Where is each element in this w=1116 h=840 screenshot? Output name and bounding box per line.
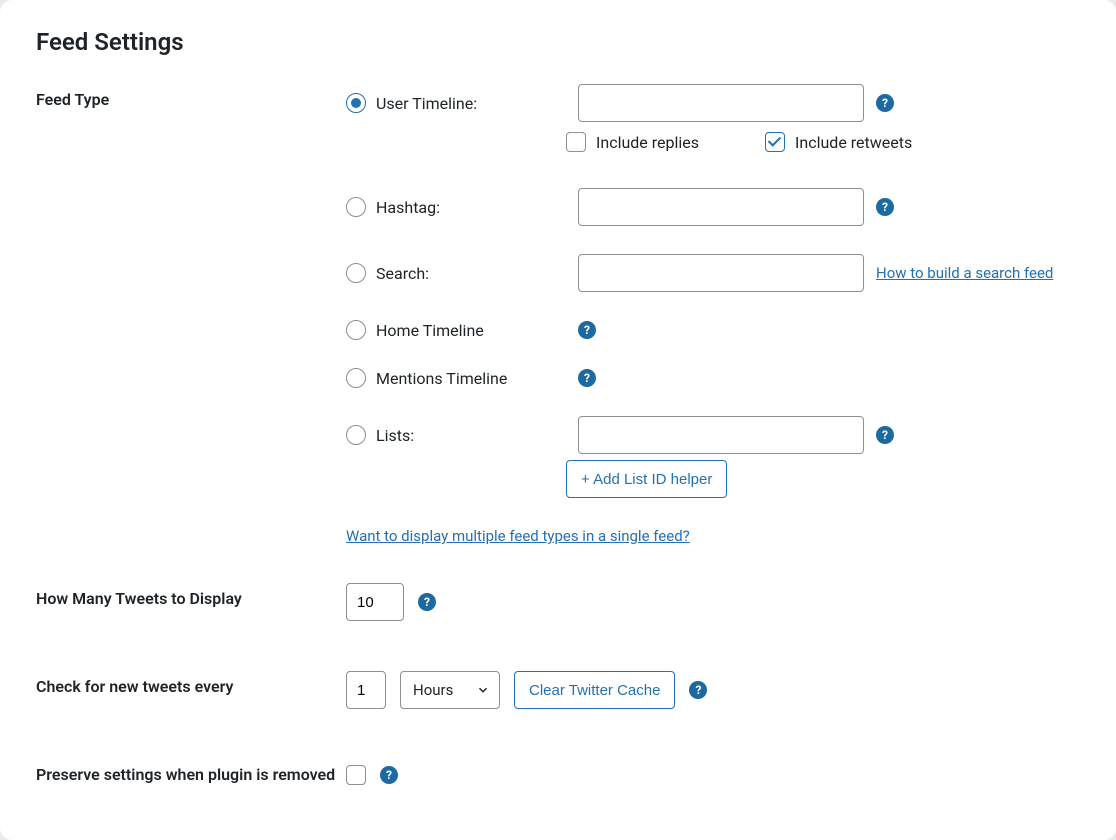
feed-type-body: User Timeline: ? Include replies Include… bbox=[346, 84, 1084, 545]
radio-home-timeline-label: Home Timeline bbox=[376, 321, 484, 340]
multi-feed-link-wrap: Want to display multiple feed types in a… bbox=[346, 526, 1084, 545]
page-title: Feed Settings bbox=[36, 28, 1084, 56]
checkbox-include-retweets[interactable] bbox=[765, 132, 785, 152]
list-helper-wrap: + Add List ID helper bbox=[566, 460, 1084, 498]
how-many-label: How Many Tweets to Display bbox=[36, 583, 346, 608]
help-icon[interactable]: ? bbox=[578, 321, 596, 339]
radio-mentions-timeline[interactable] bbox=[346, 368, 366, 388]
help-icon[interactable]: ? bbox=[418, 593, 436, 611]
radio-user-timeline-label: User Timeline: bbox=[376, 94, 477, 113]
input-check-interval[interactable] bbox=[346, 671, 386, 709]
link-multiple-feed-types[interactable]: Want to display multiple feed types in a… bbox=[346, 527, 690, 545]
how-many-row: How Many Tweets to Display ? bbox=[36, 583, 1084, 621]
preserve-label: Preserve settings when plugin is removed bbox=[36, 759, 346, 784]
button-add-list-id-helper[interactable]: + Add List ID helper bbox=[566, 460, 727, 498]
button-clear-twitter-cache[interactable]: Clear Twitter Cache bbox=[514, 671, 675, 709]
radio-hashtag-label: Hashtag: bbox=[376, 198, 440, 217]
feed-settings-card: Feed Settings Feed Type User Timeline: ?… bbox=[0, 0, 1116, 840]
help-icon[interactable]: ? bbox=[689, 681, 707, 699]
help-icon[interactable]: ? bbox=[578, 369, 596, 387]
input-lists[interactable] bbox=[578, 416, 864, 454]
option-lists: Lists: ? bbox=[346, 416, 1084, 454]
radio-lists[interactable] bbox=[346, 425, 366, 445]
user-timeline-suboptions: Include replies Include retweets bbox=[566, 132, 1084, 152]
feed-type-row: Feed Type User Timeline: ? Include repli… bbox=[36, 84, 1084, 545]
link-search-help[interactable]: How to build a search feed bbox=[876, 264, 1053, 282]
radio-search-label: Search: bbox=[376, 264, 429, 283]
help-icon[interactable]: ? bbox=[876, 94, 894, 112]
option-user-timeline: User Timeline: ? bbox=[346, 84, 1084, 122]
select-check-unit[interactable]: Hours bbox=[400, 671, 500, 709]
option-search: Search: How to build a search feed bbox=[346, 254, 1084, 292]
checkbox-include-replies[interactable] bbox=[566, 132, 586, 152]
help-icon[interactable]: ? bbox=[876, 198, 894, 216]
option-home-timeline: Home Timeline ? bbox=[346, 320, 1084, 340]
help-icon[interactable]: ? bbox=[876, 426, 894, 444]
radio-hashtag[interactable] bbox=[346, 197, 366, 217]
radio-mentions-timeline-label: Mentions Timeline bbox=[376, 369, 507, 388]
radio-search[interactable] bbox=[346, 263, 366, 283]
radio-lists-label: Lists: bbox=[376, 426, 414, 445]
checkbox-preserve-settings[interactable] bbox=[346, 765, 366, 785]
preserve-row: Preserve settings when plugin is removed… bbox=[36, 759, 1084, 785]
help-icon[interactable]: ? bbox=[380, 766, 398, 784]
option-mentions-timeline: Mentions Timeline ? bbox=[346, 368, 1084, 388]
include-retweets-label: Include retweets bbox=[795, 133, 912, 152]
check-every-row: Check for new tweets every Hours Clear T… bbox=[36, 671, 1084, 709]
input-search[interactable] bbox=[578, 254, 864, 292]
input-hashtag[interactable] bbox=[578, 188, 864, 226]
input-tweet-count[interactable] bbox=[346, 583, 404, 621]
include-replies-label: Include replies bbox=[596, 133, 699, 152]
check-every-label: Check for new tweets every bbox=[36, 671, 346, 696]
option-hashtag: Hashtag: ? bbox=[346, 188, 1084, 226]
select-check-unit-value: Hours bbox=[413, 681, 453, 699]
input-user-timeline[interactable] bbox=[578, 84, 864, 122]
radio-home-timeline[interactable] bbox=[346, 320, 366, 340]
feed-type-label: Feed Type bbox=[36, 84, 346, 109]
radio-user-timeline[interactable] bbox=[346, 93, 366, 113]
